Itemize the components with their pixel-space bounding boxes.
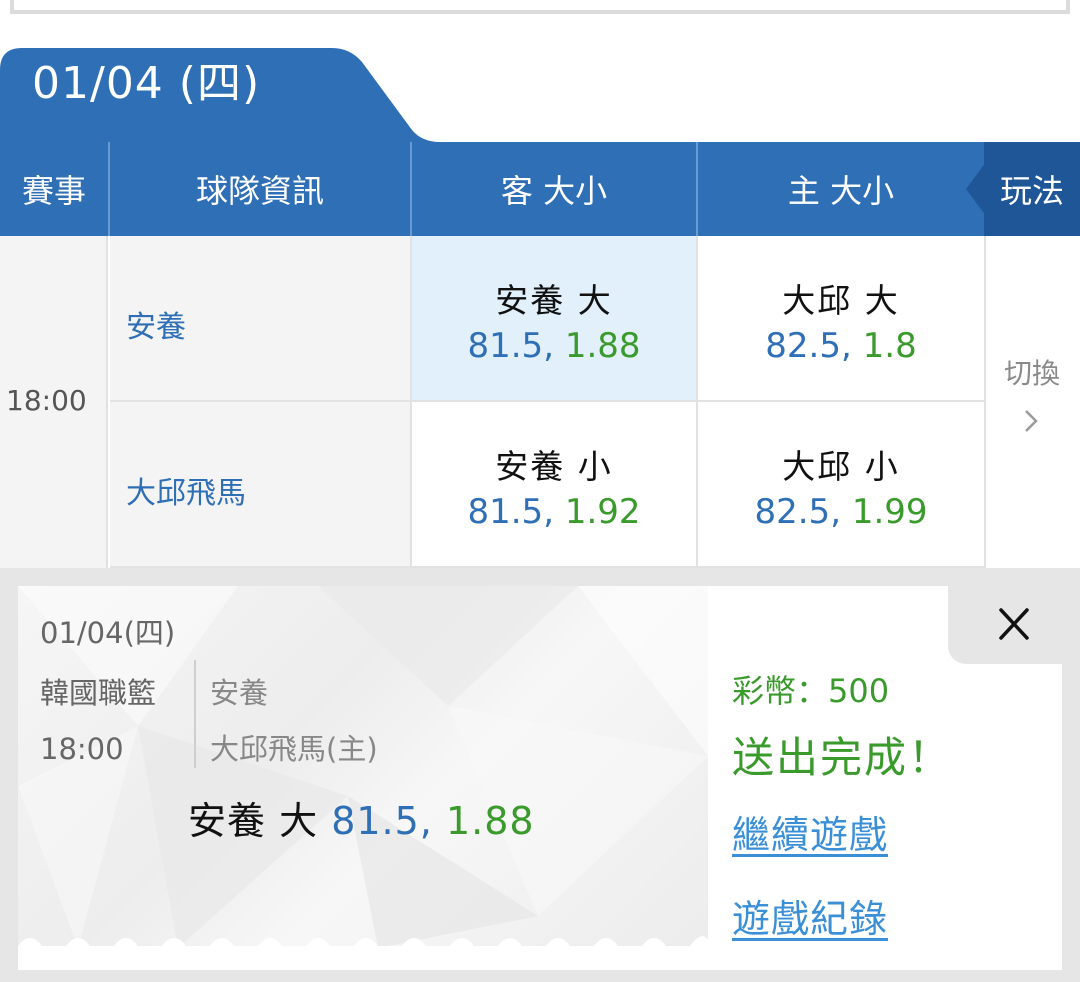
odds-price: 1.99 xyxy=(851,492,928,532)
header-home-ou: 主 大小 xyxy=(696,142,984,236)
receipt-divider xyxy=(194,660,196,768)
receipt-bet-price: 1.88 xyxy=(445,799,535,843)
top-area xyxy=(0,0,1080,48)
receipt-league: 韓國職籃 xyxy=(40,676,157,710)
play-type-arrow-icon xyxy=(966,162,986,216)
receipt-bet-line: 81.5, xyxy=(331,799,433,843)
date-label: 01/04 (四) xyxy=(32,58,261,109)
away-team-name: 安養 xyxy=(126,310,186,345)
odds-price: 1.8 xyxy=(862,326,917,366)
close-icon[interactable] xyxy=(996,602,1032,646)
receipt-time: 18:00 xyxy=(40,732,124,766)
play-type-tab[interactable]: 玩法 xyxy=(984,142,1080,236)
receipt-date: 01/04(四) xyxy=(40,616,176,650)
receipt-bottom xyxy=(18,946,1062,970)
odds-away-under[interactable]: 安養 小 81.5, 1.92 xyxy=(410,402,696,568)
receipt-away-team: 安養 xyxy=(210,676,269,710)
switch-label[interactable]: 切換 xyxy=(984,352,1080,392)
receipt-bet-label: 安養 大 xyxy=(188,799,319,843)
odds-price: 1.88 xyxy=(564,326,641,366)
submit-status: 送出完成！ xyxy=(732,733,953,782)
odds-line: 81.5, xyxy=(467,492,554,532)
header-team-info: 球隊資訊 xyxy=(108,142,410,236)
home-team-name: 大邱飛馬 xyxy=(126,476,246,511)
odds-line: 81.5, xyxy=(467,326,554,366)
receipt-bet: 安養 大 81.5, 1.88 xyxy=(188,790,535,845)
continue-game-link[interactable]: 繼續遊戲 xyxy=(732,804,888,859)
odds-label: 大邱 大 xyxy=(782,281,900,320)
odds-line: 82.5, xyxy=(754,492,841,532)
table-header: 賽事 球隊資訊 客 大小 主 大小 xyxy=(0,142,1080,236)
odds-line: 82.5, xyxy=(765,326,852,366)
switch-button[interactable] xyxy=(984,236,1080,568)
odds-label: 安養 大 xyxy=(495,281,613,320)
odds-label: 安養 小 xyxy=(495,447,613,486)
previous-card-edge xyxy=(10,0,1070,14)
odds-home-under[interactable]: 大邱 小 82.5, 1.99 xyxy=(696,402,984,568)
odds-home-over[interactable]: 大邱 大 82.5, 1.8 xyxy=(696,236,984,402)
chevron-right-icon xyxy=(1025,410,1038,432)
odds-label: 大邱 小 xyxy=(782,447,900,486)
header-away-ou: 客 大小 xyxy=(410,142,696,236)
header-event: 賽事 xyxy=(21,172,86,210)
odds-price: 1.92 xyxy=(564,492,641,532)
receipt-home-team: 大邱飛馬(主) xyxy=(210,732,378,766)
coin-balance: 彩幣：500 xyxy=(732,672,890,710)
odds-away-over[interactable]: 安養 大 81.5, 1.88 xyxy=(410,236,696,402)
game-history-link[interactable]: 遊戲紀錄 xyxy=(732,888,888,943)
game-time: 18:00 xyxy=(6,384,87,417)
